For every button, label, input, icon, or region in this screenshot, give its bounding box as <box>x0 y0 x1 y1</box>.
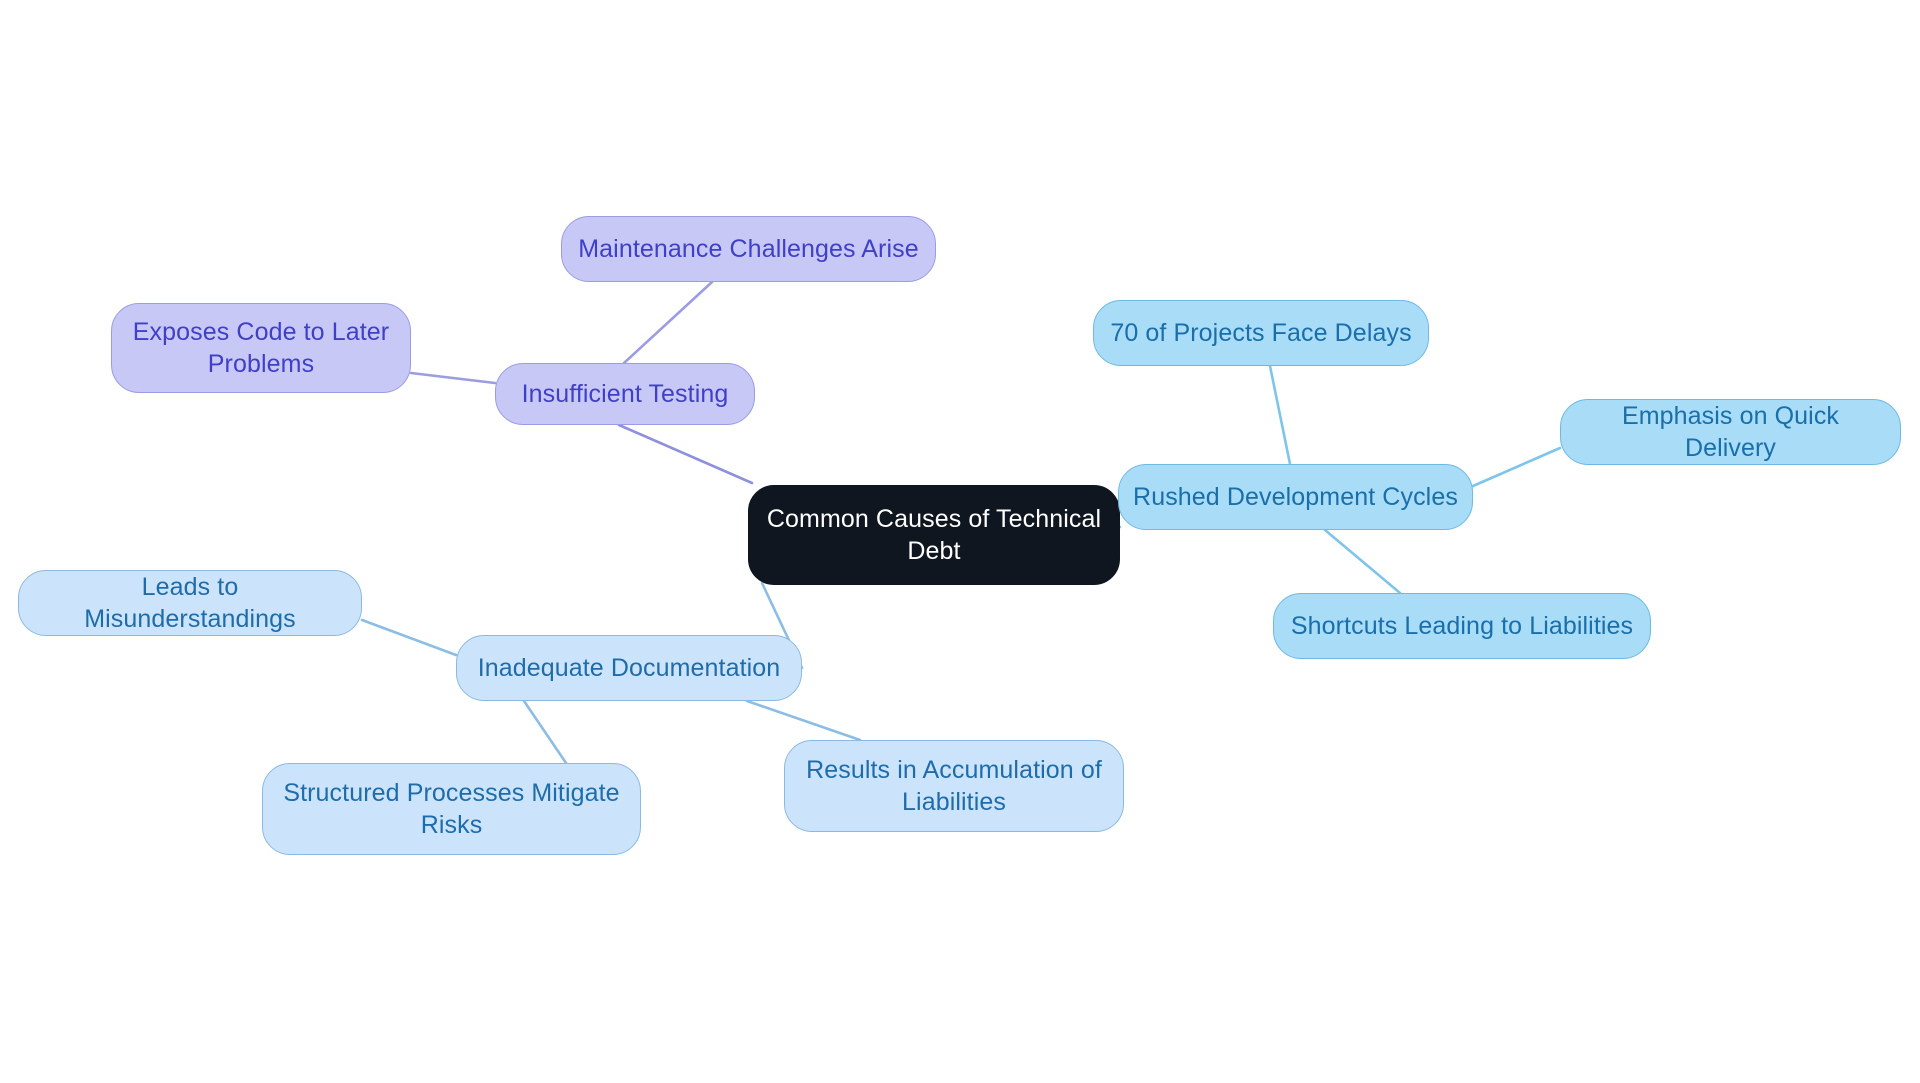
mindmap-root-node[interactable]: Common Causes of Technical Debt <box>748 485 1120 585</box>
mindmap-canvas: Common Causes of Technical Debt Insuffic… <box>0 0 1920 1083</box>
leaf-label-structured-processes-mitigate-risks: Structured Processes Mitigate Risks <box>283 779 620 839</box>
edge-root-insufficient-testing <box>617 423 754 485</box>
mindmap-leaf-emphasis-on-quick-delivery[interactable]: Emphasis on Quick Delivery <box>1560 399 1901 465</box>
edge-inadequate-results-accumulation <box>745 699 862 742</box>
branch-label-insufficient-testing: Insufficient Testing <box>521 380 729 408</box>
mindmap-leaf-structured-processes-mitigate-risks[interactable]: Structured Processes Mitigate Risks <box>262 763 641 855</box>
edge-insufficient-testing-exposes-code <box>409 371 497 385</box>
edge-rushed-shortcuts-liabilities <box>1323 528 1402 595</box>
leaf-label-70-of-projects-face-delays: 70 of Projects Face Delays <box>1110 319 1412 347</box>
edge-insufficient-testing-maintenance <box>622 280 714 365</box>
mindmap-leaf-shortcuts-leading-to-liabilities[interactable]: Shortcuts Leading to Liabilities <box>1273 593 1651 659</box>
leaf-label-emphasis-on-quick-delivery: Emphasis on Quick Delivery <box>1621 402 1840 462</box>
mindmap-leaf-maintenance-challenges-arise[interactable]: Maintenance Challenges Arise <box>561 216 936 282</box>
leaf-label-leads-to-misunderstandings: Leads to Misunderstandings <box>84 573 296 633</box>
mindmap-branch-rushed-development-cycles[interactable]: Rushed Development Cycles <box>1118 464 1473 530</box>
mindmap-branch-inadequate-documentation[interactable]: Inadequate Documentation <box>456 635 802 701</box>
mindmap-leaf-exposes-code-to-later-problems[interactable]: Exposes Code to Later Problems <box>111 303 411 393</box>
leaf-label-maintenance-challenges-arise: Maintenance Challenges Arise <box>578 235 919 263</box>
mindmap-branch-insufficient-testing[interactable]: Insufficient Testing <box>495 363 755 425</box>
mindmap-leaf-70-of-projects-face-delays[interactable]: 70 of Projects Face Delays <box>1093 300 1429 366</box>
leaf-label-shortcuts-leading-to-liabilities: Shortcuts Leading to Liabilities <box>1290 612 1634 640</box>
branch-label-inadequate-documentation: Inadequate Documentation <box>477 654 781 682</box>
mindmap-root-label: Common Causes of Technical Debt <box>766 505 1102 565</box>
branch-label-rushed-development-cycles: Rushed Development Cycles <box>1133 483 1458 511</box>
leaf-label-exposes-code-to-later-problems: Exposes Code to Later Problems <box>132 318 390 378</box>
edge-inadequate-structured-processes <box>522 699 568 765</box>
mindmap-leaf-leads-to-misunderstandings[interactable]: Leads to Misunderstandings <box>18 570 362 636</box>
mindmap-leaf-results-in-accumulation-of-liabilities[interactable]: Results in Accumulation of Liabilities <box>784 740 1124 832</box>
edge-rushed-emphasis-quick-delivery <box>1471 446 1562 488</box>
edge-inadequate-leads-misunderstandings <box>360 618 458 657</box>
edge-rushed-70-projects <box>1268 364 1292 466</box>
leaf-label-results-in-accumulation-of-liabilities: Results in Accumulation of Liabilities <box>806 756 1102 816</box>
